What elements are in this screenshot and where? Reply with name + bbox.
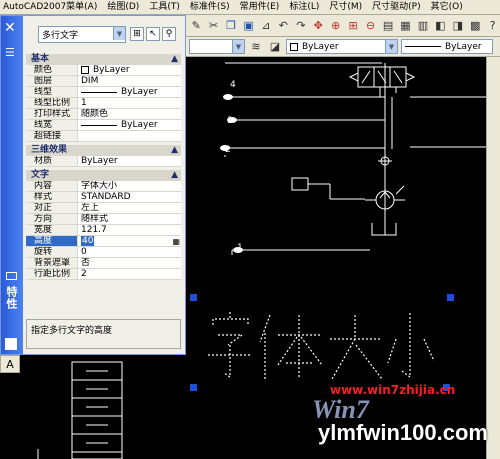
layer-manager-icon[interactable]: ≋ <box>248 39 264 55</box>
layout-tab[interactable]: A <box>0 355 20 373</box>
category-basic[interactable]: 基本 ▲ <box>26 54 181 65</box>
leader-label-4: 4 <box>230 80 236 90</box>
property-row-line-spacing[interactable]: 行距比例 2 <box>26 269 181 280</box>
close-icon[interactable]: ✕ <box>4 20 16 36</box>
menu-draw[interactable]: 绘图(D) <box>102 0 144 15</box>
lineweight-sample <box>81 124 117 126</box>
category-text[interactable]: 文字 ▲ <box>26 170 181 181</box>
linetype-sample <box>405 46 441 47</box>
property-row-lineweight[interactable]: 线宽 ByLayer <box>26 120 181 131</box>
height-input[interactable]: 40 <box>81 236 95 246</box>
cut-icon[interactable]: ✂ <box>206 18 220 34</box>
property-row-hyperlink[interactable]: 超链接 <box>26 131 181 142</box>
property-row-height[interactable]: 高度 40 ▦ <box>26 236 181 247</box>
property-grid: 基本 ▲ 颜色 ByLayer 图层 DIM 线型 ByLayer 线型比例 1 打印样式… <box>26 53 181 280</box>
color-swatch <box>290 42 298 51</box>
category-3d-effects[interactable]: 三维效果 ▲ <box>26 145 181 156</box>
properties-icon[interactable]: ▤ <box>381 18 395 34</box>
collapse-icon[interactable]: ▲ <box>171 170 178 181</box>
property-row-linetype-scale[interactable]: 线型比例 1 <box>26 98 181 109</box>
menu-size-drive[interactable]: 尺寸驱动(P) <box>367 0 425 15</box>
pan-icon[interactable]: ✥ <box>311 18 325 34</box>
match-properties-icon[interactable]: ⊿ <box>259 18 273 34</box>
redo-icon[interactable]: ↷ <box>294 18 308 34</box>
standard-toolbar: ✎ ✂ ❐ ▣ ⊿ ↶ ↷ ✥ ⊕ ⊞ ⊖ ▤ ▦ ▥ ◧ ◨ ▩ ? <box>185 15 500 37</box>
undo-icon[interactable]: ↶ <box>276 18 290 34</box>
menu-other[interactable]: 其它(O) <box>426 0 468 15</box>
zoom-previous-icon[interactable]: ⊖ <box>363 18 377 34</box>
collapse-icon[interactable]: ▲ <box>171 54 178 65</box>
chevron-down-icon: ▼ <box>232 40 244 53</box>
color-swatch <box>81 66 89 74</box>
watermark-ylmfwin100: ylmfwin100.com <box>318 420 488 445</box>
property-row-color[interactable]: 颜色 ByLayer <box>26 65 181 76</box>
tool-palettes-icon[interactable]: ▥ <box>416 18 430 34</box>
property-row-plot-style[interactable]: 打印样式 随颜色 <box>26 109 181 120</box>
leader-label-1: 1 <box>237 243 243 253</box>
property-row-direction[interactable]: 方向 随样式 <box>26 214 181 225</box>
property-row-contents[interactable]: 内容 字体大小 <box>26 181 181 192</box>
property-description: 指定多行文字的高度 <box>26 319 181 349</box>
menu-autocad[interactable]: AutoCAD2007菜单(A) <box>0 0 102 15</box>
palette-title-bar[interactable]: ✕ ☰ 特性 <box>1 16 23 354</box>
palette-title: 特性 <box>5 286 18 310</box>
linetype-sample <box>81 91 117 93</box>
layer-combo[interactable]: ▼ <box>189 39 245 54</box>
paste-icon[interactable]: ▣ <box>241 18 255 34</box>
menu-common-parts[interactable]: 常用件(E) <box>235 0 285 15</box>
auto-hide-icon[interactable] <box>5 338 17 350</box>
select-objects-icon[interactable]: ↖ <box>146 27 160 41</box>
menu-size[interactable]: 尺寸(M) <box>324 0 367 15</box>
quick-select-icon[interactable]: ⚲ <box>162 27 176 41</box>
property-row-background-mask[interactable]: 背景遮罩否 <box>26 258 181 269</box>
zoom-realtime-icon[interactable]: ⊕ <box>329 18 343 34</box>
property-row-rotation[interactable]: 旋转 0 <box>26 247 181 258</box>
palette-menu-icon[interactable]: ☰ <box>5 46 15 59</box>
markup-icon[interactable]: ◨ <box>451 18 465 34</box>
property-row-style[interactable]: 样式 STANDARD <box>26 192 181 203</box>
sheet-set-icon[interactable]: ◧ <box>433 18 447 34</box>
design-center-icon[interactable]: ▦ <box>398 18 412 34</box>
toggle-pickadd-icon[interactable]: ⊞ <box>130 27 144 41</box>
color-combo-value: ByLayer <box>302 41 339 52</box>
object-type-value: 多行文字 <box>42 31 79 41</box>
menu-standard-parts[interactable]: 标准件(S) <box>185 0 235 15</box>
collapse-icon[interactable]: ▲ <box>171 145 178 156</box>
copy-icon[interactable]: ❐ <box>224 18 238 34</box>
make-current-icon[interactable]: ◪ <box>267 39 283 55</box>
chevron-down-icon: ▼ <box>113 27 125 40</box>
chevron-down-icon: ▼ <box>385 40 397 53</box>
calculator-icon[interactable]: ▦ <box>172 236 180 246</box>
menu-bar: AutoCAD2007菜单(A) 绘图(D) 工具(T) 标准件(S) 常用件(… <box>0 0 500 15</box>
palette-body: 多行文字 ▼ ⊞ ↖ ⚲ 基本 ▲ 颜色 ByLayer 图层 DIM 线型 ByLay… <box>24 16 185 354</box>
vertical-scrollbar[interactable] <box>486 57 500 459</box>
pencil-icon[interactable]: ✎ <box>189 18 203 34</box>
menu-tools[interactable]: 工具(T) <box>144 0 185 15</box>
watermark-win7zhijia: www.win7zhijia.cn <box>330 383 456 397</box>
zoom-window-icon[interactable]: ⊞ <box>346 18 360 34</box>
property-row-width[interactable]: 宽度 121.7 <box>26 225 181 236</box>
object-type-select[interactable]: 多行文字 ▼ <box>38 26 126 43</box>
pin-icon[interactable] <box>6 272 17 280</box>
color-combo[interactable]: ByLayer ▼ <box>286 39 398 54</box>
linetype-combo-value: ByLayer <box>445 41 482 52</box>
help-icon[interactable]: ? <box>485 18 499 34</box>
property-row-justify[interactable]: 对正 左上 <box>26 203 181 214</box>
property-row-layer[interactable]: 图层 DIM <box>26 76 181 87</box>
properties-palette: ✕ ☰ 特性 多行文字 ▼ ⊞ ↖ ⚲ 基本 ▲ 颜色 ByLayer 图层 DIM … <box>0 15 186 355</box>
leader-label-2: 2 <box>225 145 231 155</box>
property-row-material[interactable]: 材质 ByLayer <box>26 156 181 167</box>
calculator-icon[interactable]: ▩ <box>468 18 482 34</box>
leader-label-3: 3 <box>227 116 233 126</box>
property-row-linetype[interactable]: 线型 ByLayer <box>26 87 181 98</box>
linetype-combo[interactable]: ByLayer <box>401 39 493 54</box>
properties-toolbar: ▼ ≋ ◪ ByLayer ▼ ByLayer <box>185 37 500 57</box>
menu-dimension[interactable]: 标注(L) <box>284 0 324 15</box>
